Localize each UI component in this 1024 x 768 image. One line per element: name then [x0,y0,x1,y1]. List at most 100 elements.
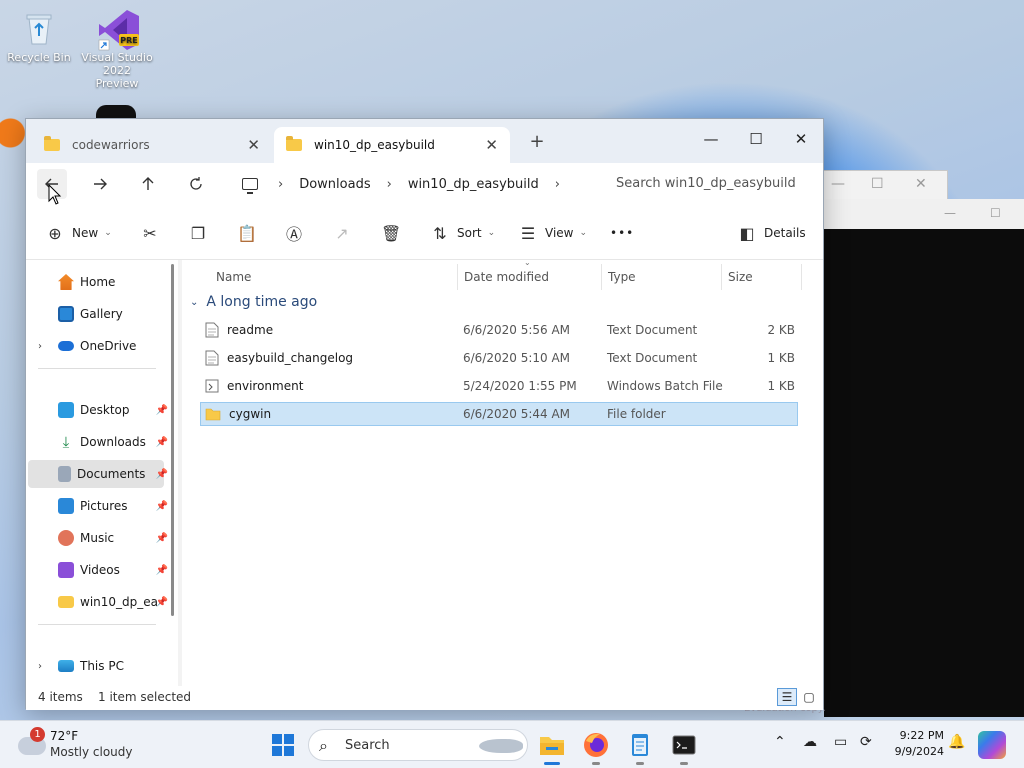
file-row-cygwin[interactable]: cygwin 6/6/2020 5:44 AM File folder [200,402,798,426]
close-tab-icon[interactable]: ✕ [485,136,498,154]
more-options-button[interactable]: ••• [610,220,634,246]
sort-button[interactable]: ⇅ Sort ⌄ [431,220,495,246]
notification-bell-icon[interactable]: 🔔 [948,734,965,750]
desktop-icon-partial[interactable] [0,105,26,161]
sidebar-item-music[interactable]: Music 📌 [28,524,168,552]
documents-icon [58,466,71,482]
address-bar[interactable]: › Downloads › win10_dp_easybuild › [230,168,600,200]
start-button[interactable] [272,734,294,756]
visual-studio-icon: PRE [97,8,139,51]
share-button[interactable]: ↗ [333,220,359,246]
network-icon[interactable]: ☁ [803,734,817,750]
weather-widget[interactable]: 1 72°F Mostly cloudy [16,727,136,763]
sidebar-item-gallery[interactable]: Gallery [28,300,164,328]
refresh-icon [190,177,202,190]
cut-button[interactable]: ✂ [141,220,167,246]
recycle-bin-icon [19,8,59,48]
display-icon[interactable]: ▭ [834,734,847,750]
gallery-icon [58,306,74,322]
taskbar-search-label: Search [345,738,390,753]
column-header-type[interactable]: Type [602,264,722,290]
sync-icon[interactable]: ⟳ [860,734,872,750]
forward-button[interactable] [85,169,115,199]
chevron-right-icon[interactable]: › [38,341,42,352]
close-button[interactable]: ✕ [778,125,824,153]
sidebar-item-label: Gallery [80,307,123,321]
sidebar-scrollbar[interactable] [171,264,174,616]
sidebar-item-onedrive[interactable]: › OneDrive [28,332,164,360]
folder-icon [286,136,302,151]
sidebar-item-win10-dp-easybuild[interactable]: win10_dp_ea 📌 [28,588,168,616]
sidebar-item-home[interactable]: Home [28,268,164,296]
file-date: 6/6/2020 5:44 AM [463,407,571,421]
copilot-icon[interactable] [978,731,1006,759]
videos-icon [58,562,74,578]
taskbar-search[interactable]: ⌕ Search [308,729,528,761]
search-input[interactable]: Search win10_dp_easybuild [604,168,820,200]
pin-icon[interactable]: 📌 [156,469,168,480]
sidebar-item-downloads[interactable]: ⤓ Downloads 📌 [28,428,168,456]
navigation-pane: Home Gallery › OneDrive Desktop 📌 ⤓ Down… [26,260,178,686]
delete-button[interactable]: 🗑 [381,220,407,246]
file-row-environment[interactable]: environment 5/24/2020 1:55 PM Windows Ba… [200,374,798,398]
this-pc-icon [58,660,74,672]
taskbar-terminal[interactable] [668,729,700,765]
breadcrumb-chevron-icon[interactable]: › [387,177,392,192]
system-clock[interactable]: 9:22 PM 9/9/2024 [884,728,944,760]
file-type: Text Document [607,351,698,365]
rename-button[interactable]: Ⓐ [285,220,311,246]
taskbar-file-explorer[interactable] [536,729,568,765]
column-header-size[interactable]: Size [722,264,802,290]
file-row-easybuild-changelog[interactable]: easybuild_changelog 6/6/2020 5:10 AM Tex… [200,346,798,370]
maximize-button[interactable]: ☐ [733,125,779,153]
pin-icon[interactable]: 📌 [156,501,168,512]
taskbar-firefox[interactable] [580,729,612,765]
pin-icon[interactable]: 📌 [156,437,168,448]
refresh-button[interactable] [181,169,211,199]
paste-button[interactable]: 📋 [237,220,263,246]
sort-icon: ⇅ [433,223,447,243]
view-button[interactable]: ☰ View ⌄ [519,220,587,246]
breadcrumb-win10-dp-easybuild[interactable]: win10_dp_easybuild [408,177,539,192]
file-explorer-window: codewarriors ✕ win10_dp_easybuild ✕ + — … [25,118,824,710]
up-button[interactable] [133,169,163,199]
sidebar-item-videos[interactable]: Videos 📌 [28,556,168,584]
close-tab-icon[interactable]: ✕ [247,136,260,154]
column-header-name[interactable]: Name [210,264,458,290]
sidebar-item-this-pc[interactable]: › This PC [28,652,164,680]
tab-win10-dp-easybuild[interactable]: win10_dp_easybuild ✕ [274,127,510,163]
taskbar: 1 72°F Mostly cloudy ⌕ Search ⌃ ☁ ▭ ⟳ 9:… [0,720,1024,768]
breadcrumb-chevron-icon[interactable]: › [555,177,560,192]
sidebar-item-documents[interactable]: Documents 📌 [28,460,168,488]
details-view-button[interactable]: ☰ [777,688,797,706]
tiles-view-button[interactable]: ▢ [799,688,819,706]
pin-icon[interactable]: 📌 [156,533,168,544]
column-header-date-modified[interactable]: Date modified [458,264,602,290]
tab-codewarriors[interactable]: codewarriors ✕ [32,127,272,163]
new-tab-button[interactable]: + [526,131,548,152]
pin-icon[interactable]: 📌 [156,597,168,608]
notepad-icon [632,734,648,756]
copy-button[interactable]: ❐ [189,220,215,246]
group-header[interactable]: ⌄ A long time ago [190,294,317,310]
chevron-up-icon[interactable]: ⌃ [774,734,786,750]
breadcrumb-downloads[interactable]: Downloads [299,177,370,192]
pin-icon[interactable]: 📌 [156,405,168,416]
sidebar-item-pictures[interactable]: Pictures 📌 [28,492,168,520]
background-console-window: — ☐ [824,199,1024,717]
pictures-icon [58,498,74,514]
file-name: readme [227,323,274,337]
desktop-icon-visual-studio[interactable]: PRE Visual Studio 2022 Preview [80,8,154,90]
desktop-icon-recycle-bin[interactable]: Recycle Bin [2,8,76,64]
details-button[interactable]: ◧ Details [738,220,805,246]
minimize-button[interactable]: — [688,125,734,153]
taskbar-notepad[interactable] [624,729,656,765]
details-pane-icon: ◧ [739,223,755,243]
scissors-icon: ✂ [143,223,157,243]
sidebar-item-desktop[interactable]: Desktop 📌 [28,396,168,424]
file-row-readme[interactable]: readme 6/6/2020 5:56 AM Text Document 2 … [200,318,798,342]
breadcrumb-chevron-icon[interactable]: › [278,177,283,192]
pin-icon[interactable]: 📌 [156,565,168,576]
new-button[interactable]: ⊕ New ⌄ [46,220,111,246]
chevron-right-icon[interactable]: › [38,661,42,672]
